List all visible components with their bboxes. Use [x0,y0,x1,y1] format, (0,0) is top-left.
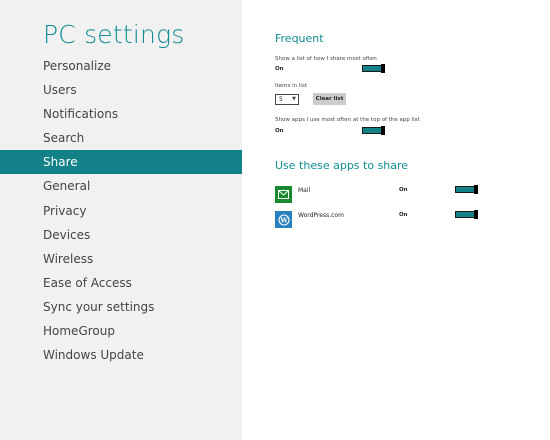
show-apps-label: Show apps I use most often at the top of… [275,117,420,123]
items-in-list-label: Items in list [275,83,307,89]
items-in-list-value: 5 [279,96,283,103]
nav-item-devices[interactable]: Devices [0,223,242,247]
nav-item-homegroup[interactable]: HomeGroup [0,319,242,343]
items-in-list-select[interactable]: 5 ▼ [275,94,299,105]
toggle-thumb [381,64,385,73]
show-apps-state: On [275,128,284,134]
wordpress-share-state: On [399,212,408,218]
clear-list-button[interactable]: Clear list [313,93,346,105]
show-list-label: Show a list of how I share most often [275,56,377,62]
toggle-thumb [474,185,478,194]
mail-icon [275,186,292,203]
share-apps-section-title: Use these apps to share [275,159,409,172]
nav-item-users[interactable]: Users [0,78,242,102]
app-name-wordpress: WordPress.com [298,212,344,219]
chevron-down-icon: ▼ [292,96,296,102]
svg-text:W: W [279,216,288,224]
nav-item-sync-settings[interactable]: Sync your settings [0,295,242,319]
mail-share-state: On [399,187,408,193]
page-title: PC settings [43,20,185,49]
toggle-thumb [474,210,478,219]
show-list-toggle[interactable] [362,64,385,73]
app-name-mail: Mail [298,187,311,194]
show-list-state: On [275,66,284,72]
nav-item-personalize[interactable]: Personalize [0,54,242,78]
nav-item-ease-of-access[interactable]: Ease of Access [0,271,242,295]
nav-item-general[interactable]: General [0,174,242,198]
mail-share-toggle[interactable] [455,185,478,194]
wordpress-icon: W [275,211,292,228]
nav-item-privacy[interactable]: Privacy [0,199,242,223]
nav-item-wireless[interactable]: Wireless [0,247,242,271]
nav-item-windows-update[interactable]: Windows Update [0,343,242,367]
toggle-thumb [381,126,385,135]
nav-item-share[interactable]: Share [0,150,242,175]
nav-item-search[interactable]: Search [0,126,242,150]
show-apps-toggle[interactable] [362,126,385,135]
settings-nav-list: Personalize Users Notifications Search S… [0,54,242,367]
wordpress-share-toggle[interactable] [455,210,478,219]
settings-nav-pane: PC settings Personalize Users Notificati… [0,0,242,440]
frequent-section-title: Frequent [275,32,324,45]
share-settings-pane: Frequent Show a list of how I share most… [242,0,550,440]
nav-item-notifications[interactable]: Notifications [0,102,242,126]
